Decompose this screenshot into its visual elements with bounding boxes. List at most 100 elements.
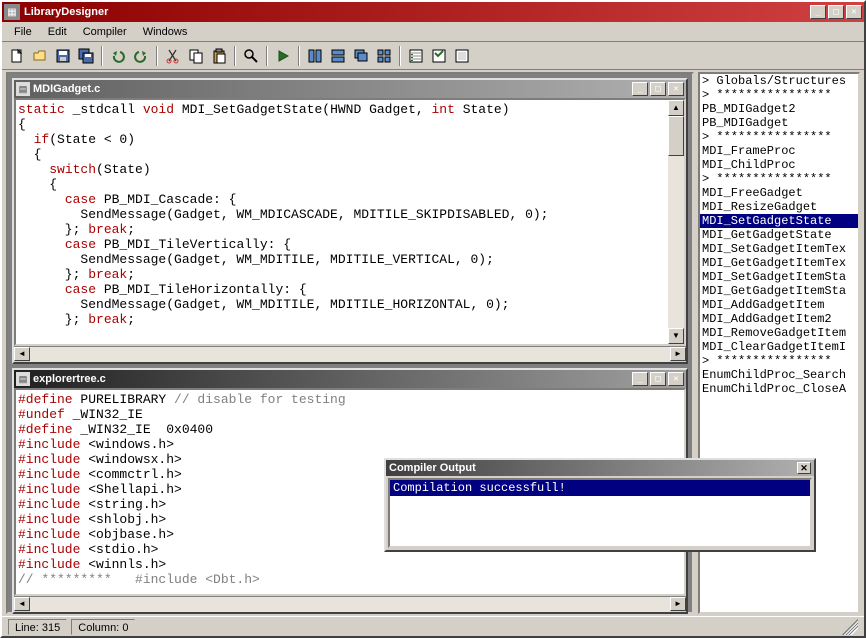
code-line[interactable]: // ********* #include <Dbt.h> <box>18 572 682 587</box>
function-list-item[interactable]: MDI_GetGadgetItemTex <box>700 256 858 270</box>
menu-windows[interactable]: Windows <box>135 24 196 39</box>
redo-icon[interactable] <box>130 45 152 67</box>
toolbar-separator <box>234 46 236 66</box>
editor-titlebar[interactable]: ▤ MDIGadget.c _ □ ✕ <box>14 80 686 98</box>
vertical-scrollbar[interactable]: ▲ ▼ <box>668 100 684 344</box>
paste-icon[interactable] <box>208 45 230 67</box>
close-button[interactable]: ✕ <box>846 5 862 19</box>
function-list-item[interactable]: MDI_ResizeGadget <box>700 200 858 214</box>
function-list-item[interactable]: PB_MDIGadget2 <box>700 102 858 116</box>
arrange-icon[interactable] <box>373 45 395 67</box>
function-list-item[interactable]: EnumChildProc_CloseA <box>700 382 858 396</box>
undo-icon[interactable] <box>107 45 129 67</box>
new-file-icon[interactable] <box>6 45 28 67</box>
compiler-output-window[interactable]: Compiler Output ✕ Compilation successful… <box>384 458 816 552</box>
code-line[interactable]: { <box>18 117 666 132</box>
compiler-title: Compiler Output <box>389 462 797 474</box>
function-list-item[interactable]: MDI_RemoveGadgetItem <box>700 326 858 340</box>
code-line[interactable]: case PB_MDI_Cascade: { <box>18 192 666 207</box>
function-list-item[interactable]: MDI_FreeGadget <box>700 186 858 200</box>
tile-h-icon[interactable] <box>327 45 349 67</box>
function-list-item[interactable]: > **************** <box>700 354 858 368</box>
editor-minimize-button[interactable]: _ <box>632 372 648 386</box>
scroll-thumb[interactable] <box>668 116 684 156</box>
function-list-item[interactable]: PB_MDIGadget <box>700 116 858 130</box>
function-list-item[interactable]: MDI_FrameProc <box>700 144 858 158</box>
editor-maximize-button[interactable]: □ <box>650 372 666 386</box>
code-line[interactable]: case PB_MDI_TileVertically: { <box>18 237 666 252</box>
scroll-track[interactable] <box>30 347 670 362</box>
function-list-item[interactable]: > **************** <box>700 172 858 186</box>
editor-minimize-button[interactable]: _ <box>632 82 648 96</box>
code-line[interactable]: #define PURELIBRARY // disable for testi… <box>18 392 682 407</box>
scroll-left-icon[interactable]: ◄ <box>14 347 30 361</box>
code-line[interactable]: SendMessage(Gadget, WM_MDITILE, MDITILE_… <box>18 297 666 312</box>
resize-grip[interactable] <box>842 619 858 635</box>
code-line[interactable]: #include <windows.h> <box>18 437 682 452</box>
function-list-item[interactable]: MDI_AddGadgetItem <box>700 298 858 312</box>
horizontal-scrollbar[interactable]: ◄ ► <box>14 346 686 362</box>
find-icon[interactable] <box>240 45 262 67</box>
code-line[interactable]: #undef _WIN32_IE <box>18 407 682 422</box>
editor-titlebar[interactable]: ▤ explorertree.c _ □ ✕ <box>14 370 686 388</box>
code-line[interactable]: { <box>18 177 666 192</box>
code-line[interactable]: }; break; <box>18 222 666 237</box>
scroll-left-icon[interactable]: ◄ <box>14 597 30 611</box>
code-line[interactable]: { <box>18 147 666 162</box>
function-list-item[interactable]: MDI_ChildProc <box>700 158 858 172</box>
function-list-item[interactable]: > Globals/Structures <box>700 74 858 88</box>
function-list-item[interactable]: MDI_ClearGadgetItemI <box>700 340 858 354</box>
code-line[interactable]: SendMessage(Gadget, WM_MDITILE, MDITILE_… <box>18 252 666 267</box>
menu-compiler[interactable]: Compiler <box>75 24 135 39</box>
function-list-item[interactable]: MDI_SetGadgetItemSta <box>700 270 858 284</box>
function-list-item[interactable]: MDI_SetGadgetState <box>700 214 858 228</box>
function-list-item[interactable]: MDI_GetGadgetItemSta <box>700 284 858 298</box>
scroll-right-icon[interactable]: ► <box>670 347 686 361</box>
code-line[interactable]: }; break; <box>18 267 666 282</box>
code-line[interactable]: if(State < 0) <box>18 132 666 147</box>
code-line[interactable]: #include <winnls.h> <box>18 557 682 572</box>
tile-v-icon[interactable] <box>304 45 326 67</box>
about-icon[interactable] <box>451 45 473 67</box>
function-list-item[interactable]: EnumChildProc_Search <box>700 368 858 382</box>
maximize-button[interactable]: □ <box>828 5 844 19</box>
compiler-output-body[interactable]: Compilation successfull! <box>388 478 812 548</box>
function-list-item[interactable]: > **************** <box>700 130 858 144</box>
code-area[interactable]: static _stdcall void MDI_SetGadgetState(… <box>16 100 668 329</box>
explorer-icon[interactable] <box>405 45 427 67</box>
editor-close-button[interactable]: ✕ <box>668 372 684 386</box>
function-list-item[interactable]: MDI_AddGadgetItem2 <box>700 312 858 326</box>
open-icon[interactable] <box>29 45 51 67</box>
compiler-message[interactable]: Compilation successfull! <box>390 480 810 496</box>
compiler-titlebar[interactable]: Compiler Output ✕ <box>386 460 814 476</box>
code-line[interactable]: static _stdcall void MDI_SetGadgetState(… <box>18 102 666 117</box>
options-icon[interactable] <box>428 45 450 67</box>
editor-body[interactable]: static _stdcall void MDI_SetGadgetState(… <box>14 98 686 346</box>
code-line[interactable]: case PB_MDI_TileHorizontally: { <box>18 282 666 297</box>
code-line[interactable]: switch(State) <box>18 162 666 177</box>
scroll-track[interactable] <box>30 597 670 612</box>
save-icon[interactable] <box>52 45 74 67</box>
scroll-right-icon[interactable]: ► <box>670 597 686 611</box>
function-list-item[interactable]: > **************** <box>700 88 858 102</box>
run-icon[interactable] <box>272 45 294 67</box>
menu-edit[interactable]: Edit <box>40 24 75 39</box>
editor-close-button[interactable]: ✕ <box>668 82 684 96</box>
function-list-item[interactable]: MDI_GetGadgetState <box>700 228 858 242</box>
scroll-up-icon[interactable]: ▲ <box>668 100 684 116</box>
scroll-down-icon[interactable]: ▼ <box>668 328 684 344</box>
editor-maximize-button[interactable]: □ <box>650 82 666 96</box>
menu-file[interactable]: File <box>6 24 40 39</box>
save-all-icon[interactable] <box>75 45 97 67</box>
code-line[interactable]: SendMessage(Gadget, WM_MDICASCADE, MDITI… <box>18 207 666 222</box>
copy-icon[interactable] <box>185 45 207 67</box>
code-line[interactable]: }; break; <box>18 312 666 327</box>
compiler-close-button[interactable]: ✕ <box>797 462 811 474</box>
code-line[interactable]: #define _WIN32_IE 0x0400 <box>18 422 682 437</box>
horizontal-scrollbar[interactable]: ◄ ► <box>14 596 686 612</box>
editor-window-mdigadget[interactable]: ▤ MDIGadget.c _ □ ✕ static _stdcall void… <box>12 78 688 364</box>
cascade-icon[interactable] <box>350 45 372 67</box>
minimize-button[interactable]: _ <box>810 5 826 19</box>
function-list-item[interactable]: MDI_SetGadgetItemTex <box>700 242 858 256</box>
cut-icon[interactable] <box>162 45 184 67</box>
